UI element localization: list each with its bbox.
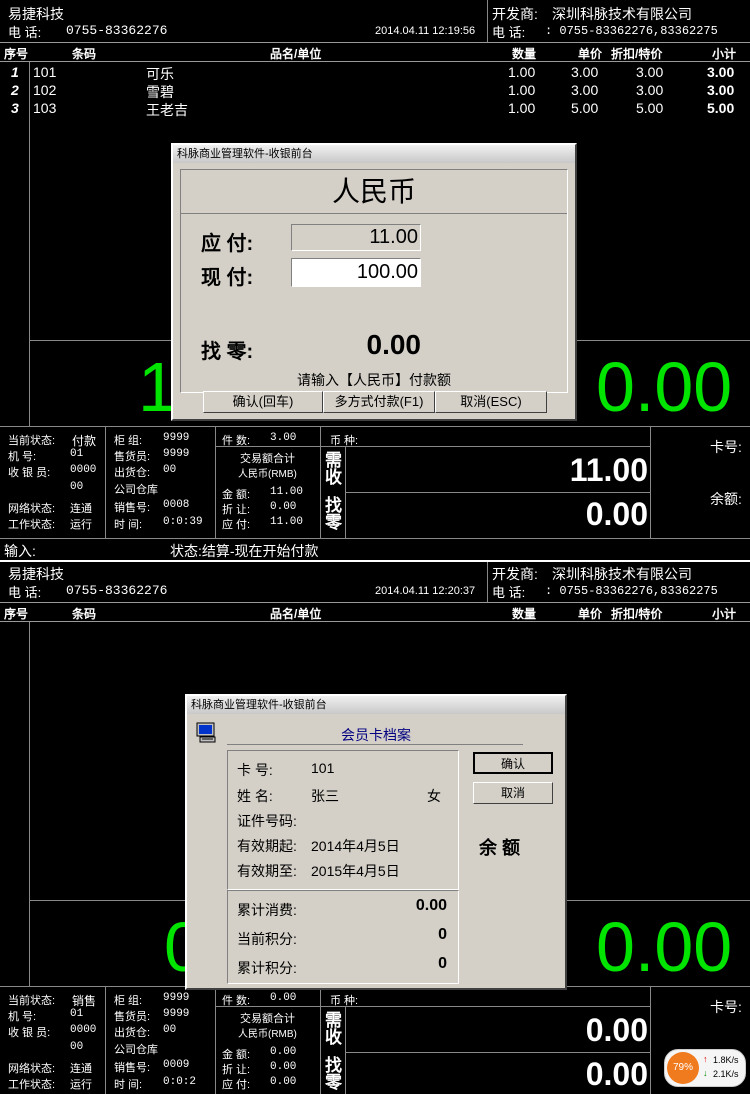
total-spend: 0.00: [415, 897, 447, 914]
cashier-no: 0000: [70, 464, 97, 476]
table-header: 序号 条码 品名/单位 数量 单价 折扣/特价 小计: [0, 42, 750, 62]
col-subtotal: 小计: [712, 47, 737, 61]
payable-label: 应 付:: [201, 233, 254, 255]
change-label: 找零: [325, 496, 342, 532]
dev-phone: : 0755-83362276,83362275: [545, 584, 718, 598]
confirm-button[interactable]: 确认: [473, 752, 553, 774]
dialog-title: 科脉商业管理软件-收银前台: [173, 145, 575, 163]
cpu-percent: 79%: [667, 1052, 699, 1084]
cancel-button[interactable]: 取消(ESC): [435, 391, 547, 413]
input-label: 输入:: [4, 543, 36, 559]
prompt-text: 请输入【人民币】付款额: [297, 372, 451, 388]
col-qty: 数量: [512, 47, 537, 61]
current-points: 0: [438, 926, 447, 943]
col-name: 品名/单位: [270, 47, 322, 61]
paid-input[interactable]: 100.00: [291, 258, 421, 287]
col-discount: 折扣/特价: [611, 47, 663, 61]
card-label: 卡号:: [710, 439, 742, 455]
confirm-button[interactable]: 确认(回车): [203, 391, 323, 413]
need-value: 0.00: [585, 1012, 648, 1048]
developer-label: 开发商:: [492, 6, 538, 22]
big-display-right: 0.00: [596, 908, 733, 986]
work-state: 运行: [70, 519, 92, 531]
table-row[interactable]: 2 102 雪碧 1.00 3.00 3.00 3.00: [0, 82, 750, 100]
balance-label: 余额:: [710, 491, 742, 507]
member-heading: 会员卡档案: [341, 727, 411, 743]
need-label: 需收: [325, 1011, 342, 1047]
member-card-dialog: 科脉商业管理软件-收银前台 会员卡档案 卡 号: 101 姓 名: 张三 女 证…: [185, 694, 567, 990]
pos-screen-member: 易捷科技 电 话: 0755-83362276 2014.04.11 12:20…: [0, 562, 750, 1094]
datetime: 2014.04.11 12:19:56: [375, 25, 476, 37]
dev-phone: : 0755-83362276,83362275: [545, 24, 718, 38]
state-text: 状态:结算-现在开始付款: [170, 543, 319, 559]
phone: 0755-83362276: [66, 583, 168, 598]
table-row[interactable]: 1 101 可乐 1.00 3.00 3.00 3.00: [0, 64, 750, 82]
card-label: 卡号:: [710, 999, 742, 1015]
dev-phone-label: 电 话:: [492, 25, 526, 40]
member-name: 张三: [311, 788, 339, 804]
developer: 深圳科脉技术有限公司: [552, 566, 692, 582]
table-row[interactable]: 3 103 王老吉 1.00 5.00 5.00 5.00: [0, 100, 750, 118]
upload-arrow-icon: ↑: [703, 1054, 708, 1064]
change-label: 找零: [325, 1056, 342, 1092]
need-label: 需收: [325, 451, 342, 487]
phone-label: 电 话:: [8, 25, 42, 40]
upload-speed: 1.8K/s: [713, 1055, 739, 1065]
pos-screen-payment: 易捷科技 电 话: 0755-83362276 2014.04.11 12:19…: [0, 0, 750, 560]
change-value: 0.00: [585, 1056, 648, 1092]
balance-label: 余 额: [479, 838, 521, 858]
developer: 深圳科脉技术有限公司: [552, 6, 692, 22]
phone: 0755-83362276: [66, 23, 168, 38]
multi-payment-button[interactable]: 多方式付款(F1): [323, 391, 435, 413]
paid-label: 现 付:: [201, 267, 254, 289]
company-name: 易捷科技: [8, 566, 64, 582]
machine-no: 01: [70, 448, 84, 460]
network-monitor-widget[interactable]: 79% ↑ 1.8K/s ↓ 2.1K/s: [664, 1049, 746, 1087]
download-arrow-icon: ↓: [703, 1068, 708, 1078]
change-label: 找 零:: [201, 341, 254, 363]
col-no: 序号: [4, 47, 29, 61]
dialog-title: 科脉商业管理软件-收银前台: [187, 696, 565, 714]
change-value: 0.00: [585, 496, 648, 532]
developer-label: 开发商:: [492, 566, 538, 582]
cancel-button[interactable]: 取消: [473, 782, 553, 804]
col-price: 单价: [578, 47, 603, 61]
dev-phone-label: 电 话:: [492, 585, 526, 600]
payable-field: 11.00: [291, 224, 421, 251]
currency-heading: 人民币: [331, 176, 416, 207]
phone-label: 电 话:: [8, 585, 42, 600]
datetime: 2014.04.11 12:20:37: [375, 585, 476, 597]
total-points: 0: [438, 955, 447, 972]
download-speed: 2.1K/s: [713, 1069, 739, 1079]
big-display-right: 0.00: [596, 348, 733, 426]
valid-to: 2015年4月5日: [311, 863, 400, 879]
sale-no: 0008: [163, 499, 190, 511]
member-gender: 女: [427, 788, 441, 804]
current-state: 销售: [72, 994, 97, 1008]
current-state: 付款: [72, 434, 97, 448]
card-number: 101: [311, 760, 335, 776]
change-value: 0.00: [366, 329, 422, 360]
company-name: 易捷科技: [8, 6, 64, 22]
valid-from: 2014年4月5日: [311, 838, 400, 854]
table-header: 序号 条码 品名/单位 数量 单价 折扣/特价 小计: [0, 602, 750, 622]
payment-dialog: 科脉商业管理软件-收银前台 人民币 应 付: 11.00 现 付: 100.00…: [171, 143, 577, 421]
network-state: 连通: [70, 503, 92, 515]
col-barcode: 条码: [72, 47, 97, 61]
need-value: 11.00: [569, 452, 648, 488]
